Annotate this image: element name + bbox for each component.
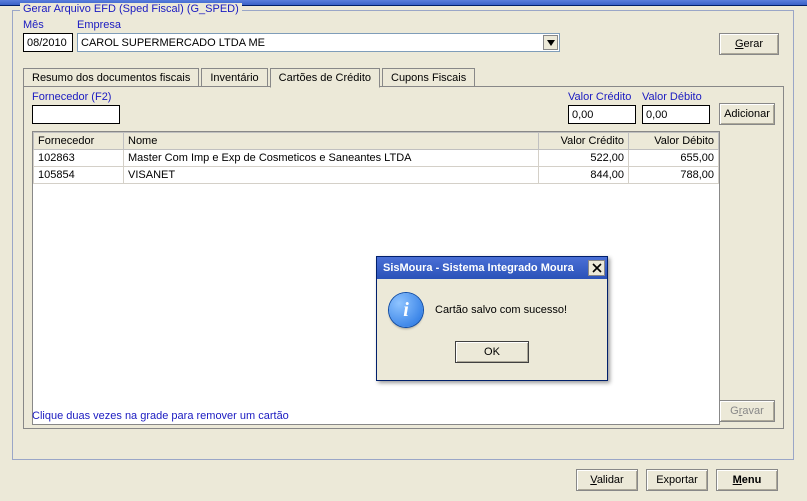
ok-button[interactable]: OK (455, 341, 529, 363)
cell-valor-credito: 844,00 (539, 167, 629, 184)
cell-fornecedor: 102863 (34, 150, 124, 167)
fornecedor-label: Fornecedor (F2) (32, 91, 111, 103)
table-row[interactable]: 105854 VISANET 844,00 788,00 (34, 167, 719, 184)
chevron-down-icon[interactable] (543, 35, 558, 50)
col-valor-debito[interactable]: Valor Débito (629, 133, 719, 150)
tab-cupons-fiscais[interactable]: Cupons Fiscais (382, 68, 475, 87)
dialog-titlebar[interactable]: SisMoura - Sistema Integrado Moura (377, 257, 607, 279)
cell-nome: Master Com Imp e Exp de Cosmeticos e San… (124, 150, 539, 167)
mes-input[interactable] (23, 33, 73, 52)
tab-resumo-documentos[interactable]: Resumo dos documentos fiscais (23, 68, 199, 87)
grid-header-row: Fornecedor Nome Valor Crédito Valor Débi… (34, 133, 719, 150)
tab-cartoes-credito[interactable]: Cartões de Crédito (270, 68, 380, 88)
dialog-message: Cartão salvo com sucesso! (435, 304, 567, 316)
valor-debito-input[interactable] (642, 105, 710, 124)
bottom-bar: Validar Exportar Menu (12, 467, 794, 495)
empresa-label: Empresa (77, 19, 121, 31)
dialog-footer: OK (377, 341, 607, 363)
cell-valor-debito: 655,00 (629, 150, 719, 167)
hint-text: Clique duas vezes na grade para remover … (32, 410, 289, 422)
cell-nome: VISANET (124, 167, 539, 184)
mes-label: Mês (23, 19, 44, 31)
menu-button[interactable]: Menu (716, 469, 778, 491)
table-row[interactable]: 102863 Master Com Imp e Exp de Cosmetico… (34, 150, 719, 167)
col-fornecedor[interactable]: Fornecedor (34, 133, 124, 150)
tab-bar: Resumo dos documentos fiscais Inventário… (23, 67, 477, 87)
dialog-title: SisMoura - Sistema Integrado Moura (383, 262, 574, 274)
close-icon[interactable] (588, 260, 605, 276)
empresa-combobox[interactable] (77, 33, 560, 52)
main-window: Gerar Arquivo EFD (Sped Fiscal) (G_SPED)… (0, 0, 807, 501)
info-icon: i (389, 293, 423, 327)
cell-valor-credito: 522,00 (539, 150, 629, 167)
gravar-button[interactable]: Gravar (719, 400, 775, 422)
cell-fornecedor: 105854 (34, 167, 124, 184)
message-dialog: SisMoura - Sistema Integrado Moura i Car… (376, 256, 608, 381)
efd-fieldset: Gerar Arquivo EFD (Sped Fiscal) (G_SPED)… (12, 10, 794, 460)
valor-credito-input[interactable] (568, 105, 636, 124)
exportar-button[interactable]: Exportar (646, 469, 708, 491)
adicionar-button[interactable]: Adicionar (719, 103, 775, 125)
tab-inventario[interactable]: Inventário (201, 68, 267, 87)
validar-button[interactable]: Validar (576, 469, 638, 491)
empresa-input[interactable] (78, 34, 542, 51)
valor-credito-label: Valor Crédito (568, 91, 631, 103)
fornecedor-input[interactable] (32, 105, 120, 124)
dialog-body: i Cartão salvo com sucesso! (377, 279, 607, 327)
fieldset-legend: Gerar Arquivo EFD (Sped Fiscal) (G_SPED) (20, 3, 242, 15)
col-nome[interactable]: Nome (124, 133, 539, 150)
gerar-button-rest: erar (744, 38, 764, 50)
cell-valor-debito: 788,00 (629, 167, 719, 184)
col-valor-credito[interactable]: Valor Crédito (539, 133, 629, 150)
gerar-button[interactable]: Gerar (719, 33, 779, 55)
valor-debito-label: Valor Débito (642, 91, 702, 103)
